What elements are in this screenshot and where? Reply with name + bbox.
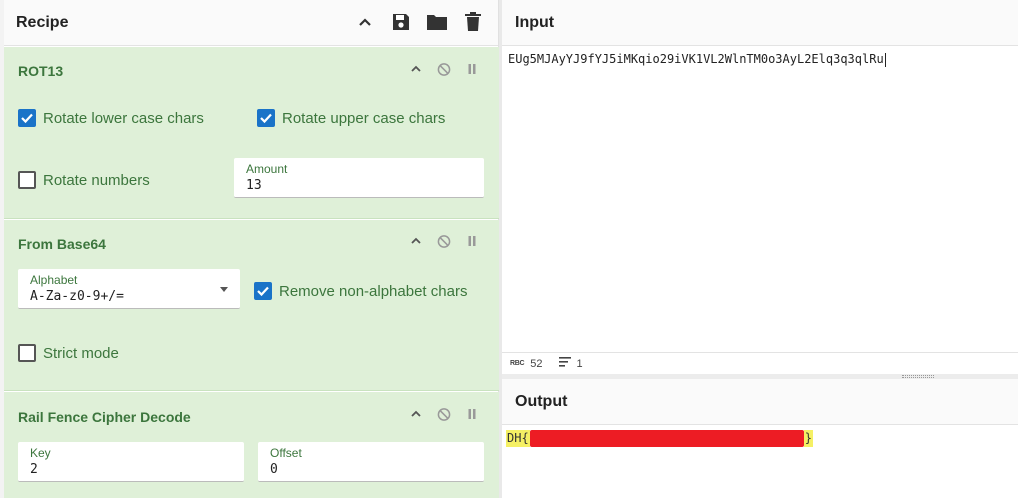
input-statusbar: RBC 52 1	[502, 352, 1018, 374]
folder-icon[interactable]	[426, 11, 448, 33]
operation-controls	[409, 407, 479, 421]
disable-icon[interactable]	[437, 407, 451, 421]
output-prefix: DH{	[506, 430, 530, 447]
operation-title: ROT13	[18, 63, 64, 79]
checkbox-checked[interactable]	[18, 109, 36, 127]
pause-icon[interactable]	[465, 234, 479, 248]
rotate-lower-checkbox[interactable]: Rotate lower case chars	[18, 109, 204, 127]
checkbox-label: Rotate numbers	[43, 171, 150, 189]
chevron-up-icon[interactable]	[409, 234, 423, 248]
field-label: Key	[30, 446, 51, 460]
cyberchef-app: Recipe ROT13 Rotate lower case chars Rot…	[0, 0, 1018, 498]
amount-field[interactable]: Amount 13	[234, 158, 484, 198]
operation-from-base64: From Base64 Alphabet A-Za-z0-9+/= Remove…	[4, 220, 499, 391]
output-suffix: }	[803, 430, 813, 447]
disable-icon[interactable]	[437, 62, 451, 76]
checkbox-checked[interactable]	[257, 109, 275, 127]
pause-icon[interactable]	[465, 407, 479, 421]
offset-field[interactable]: Offset 0	[258, 442, 484, 482]
rotate-upper-checkbox[interactable]: Rotate upper case chars	[257, 109, 445, 127]
input-title: Input	[515, 13, 555, 31]
chevron-up-icon[interactable]	[409, 407, 423, 421]
abc-icon: RBC	[510, 360, 525, 367]
output-textarea[interactable]: DH{ }	[506, 430, 813, 447]
remove-non-alphabet-checkbox[interactable]: Remove non-alphabet chars	[254, 282, 467, 300]
checkbox-checked[interactable]	[254, 282, 272, 300]
chevron-up-icon[interactable]	[409, 62, 423, 76]
dropdown-value[interactable]: A-Za-z0-9+/=	[30, 289, 124, 304]
input-value[interactable]: EUg5MJAyYJ9fYJ5iMKqio29iVK1VL2WlnTM0o3Ay…	[508, 52, 884, 66]
operation-controls	[409, 234, 479, 248]
operation-title: Rail Fence Cipher Decode	[18, 409, 191, 425]
redaction-block	[529, 430, 804, 447]
operation-title: From Base64	[18, 236, 106, 252]
strict-mode-checkbox[interactable]: Strict mode	[18, 344, 119, 362]
field-label: Alphabet	[30, 273, 78, 287]
lines-icon	[558, 357, 571, 370]
output-title: Output	[515, 392, 568, 410]
rotate-numbers-checkbox[interactable]: Rotate numbers	[18, 171, 150, 189]
checkbox-label: Rotate upper case chars	[282, 109, 446, 127]
checkbox-label: Rotate lower case chars	[43, 109, 204, 127]
pause-icon[interactable]	[465, 62, 479, 76]
operation-rail-fence-decode: Rail Fence Cipher Decode Key 2 Offset 0	[4, 392, 499, 498]
alphabet-dropdown[interactable]: Alphabet A-Za-z0-9+/=	[18, 269, 240, 309]
chevron-up-icon[interactable]	[354, 11, 376, 33]
recipe-actions	[354, 11, 484, 33]
line-count: 1	[576, 357, 583, 370]
caret-down-icon[interactable]	[220, 287, 228, 292]
char-count: 52	[530, 357, 543, 370]
field-label: Offset	[270, 446, 302, 460]
field-value[interactable]: 13	[246, 178, 262, 193]
operation-rot13: ROT13 Rotate lower case chars Rotate upp…	[4, 47, 499, 219]
operation-controls	[409, 62, 479, 76]
checkbox-unchecked[interactable]	[18, 171, 36, 189]
checkbox-label: Remove non-alphabet chars	[279, 282, 468, 300]
grip-handle-icon[interactable]	[902, 375, 934, 378]
key-field[interactable]: Key 2	[18, 442, 244, 482]
recipe-title: Recipe	[16, 13, 69, 31]
checkbox-label: Strict mode	[43, 344, 119, 362]
disable-icon[interactable]	[437, 234, 451, 248]
field-label: Amount	[246, 162, 288, 176]
field-value[interactable]: 2	[30, 462, 38, 477]
save-icon[interactable]	[390, 11, 412, 33]
text-cursor	[884, 52, 886, 67]
io-panel: Input EUg5MJAyYJ9fYJ5iMKqio29iVK1VL2WlnT…	[502, 0, 1018, 498]
output-header: Output	[502, 379, 1018, 425]
input-textarea[interactable]: EUg5MJAyYJ9fYJ5iMKqio29iVK1VL2WlnTM0o3Ay…	[508, 52, 886, 67]
checkbox-unchecked[interactable]	[18, 344, 36, 362]
trash-icon[interactable]	[462, 11, 484, 33]
recipe-panel: Recipe ROT13 Rotate lower case chars Rot…	[4, 0, 499, 498]
field-value[interactable]: 0	[270, 462, 278, 477]
input-header: Input	[502, 0, 1018, 46]
